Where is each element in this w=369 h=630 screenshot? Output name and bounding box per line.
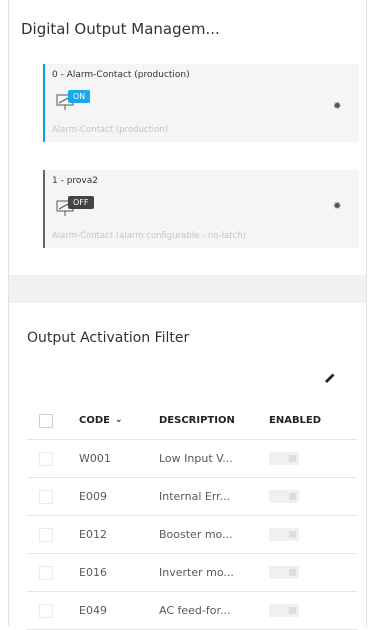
row-checkbox[interactable]	[39, 489, 53, 504]
table-row: E049 AC feed-for...	[27, 591, 357, 630]
code-cell: E049	[79, 591, 159, 630]
pencil-icon[interactable]	[322, 370, 336, 384]
enabled-toggle[interactable]	[269, 490, 299, 504]
gear-icon[interactable]: ✹	[333, 102, 343, 112]
row-checkbox[interactable]	[39, 451, 53, 466]
code-cell: E016	[79, 553, 159, 592]
column-header-code[interactable]: CODE ⌄	[79, 402, 159, 440]
table-row: E009 Internal Err...	[27, 477, 357, 516]
gear-icon[interactable]: ✹	[333, 202, 343, 212]
description-cell: Internal Err...	[159, 477, 269, 516]
description-cell: AC feed-for...	[159, 591, 269, 630]
description-cell: Inverter mo...	[159, 553, 269, 592]
output-card-0[interactable]: 0 - Alarm-Contact (production) ON ✹ Alar…	[43, 64, 359, 142]
select-all-checkbox[interactable]	[39, 413, 53, 428]
row-checkbox[interactable]	[39, 603, 53, 618]
enabled-toggle[interactable]	[269, 452, 299, 466]
row-checkbox[interactable]	[39, 527, 53, 542]
status-badge-on: ON	[68, 90, 91, 103]
code-cell: W001	[79, 439, 159, 478]
filter-title: Output Activation Filter	[27, 330, 190, 346]
table-row: E016 Inverter mo...	[27, 553, 357, 592]
code-cell: E012	[79, 515, 159, 554]
chevron-down-icon: ⌄	[114, 415, 123, 425]
digital-output-panel: Digital Output Managem... 0 - Alarm-Cont…	[9, 0, 366, 275]
code-cell: E009	[79, 477, 159, 516]
table-row: W001 Low Input V...	[27, 439, 357, 478]
description-cell: Low Input V...	[159, 439, 269, 478]
enabled-toggle[interactable]	[269, 528, 299, 542]
description-cell: Booster mo...	[159, 515, 269, 554]
output-card-title: 0 - Alarm-Contact (production)	[52, 70, 190, 80]
enabled-toggle[interactable]	[269, 566, 299, 580]
output-card-subtitle: Alarm-Contact (production)	[52, 125, 169, 135]
output-card-1[interactable]: 1 - prova2 OFF ✹ Alarm-Contact (alarm co…	[43, 170, 359, 248]
select-all-cell	[27, 402, 79, 440]
output-card-title: 1 - prova2	[52, 176, 98, 186]
main-frame: Digital Output Managem... 0 - Alarm-Cont…	[8, 0, 367, 630]
column-header-enabled: ENABLED	[269, 402, 357, 440]
panel-title: Digital Output Managem...	[21, 20, 220, 38]
table-header-row: CODE ⌄ DESCRIPTION ENABLED	[27, 402, 357, 440]
column-header-description: DESCRIPTION	[159, 402, 269, 440]
output-card-subtitle: Alarm-Contact (alarm configurable - no-l…	[52, 231, 246, 241]
table-row: E012 Booster mo...	[27, 515, 357, 554]
row-checkbox[interactable]	[39, 565, 53, 580]
enabled-toggle[interactable]	[269, 604, 299, 618]
section-separator	[9, 275, 366, 303]
activation-filter-table: CODE ⌄ DESCRIPTION ENABLED W001 Low Input…	[27, 402, 357, 630]
status-badge-off: OFF	[68, 196, 94, 209]
